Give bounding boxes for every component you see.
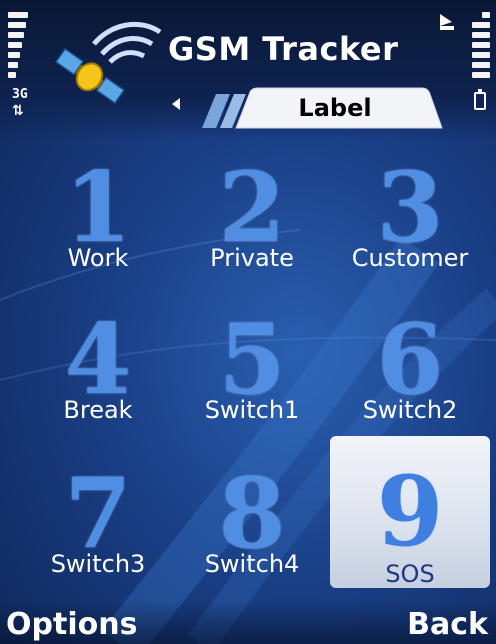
key-9-sos[interactable]: 9 SOS (330, 436, 490, 588)
key-label: Switch2 (362, 396, 458, 424)
key-1-work[interactable]: 1 Work (18, 152, 178, 304)
battery-level-icon (472, 12, 490, 78)
key-digit: 8 (218, 457, 286, 570)
tab-label[interactable]: Label (290, 94, 380, 122)
key-5-switch1[interactable]: 5 Switch1 (172, 304, 332, 456)
key-digit: 4 (64, 303, 132, 416)
key-label: Switch4 (204, 550, 300, 578)
key-label: Private (210, 244, 294, 272)
key-digit: 3 (376, 151, 444, 264)
battery-icon (474, 89, 486, 110)
key-label: Work (67, 244, 129, 272)
key-digit: 1 (64, 151, 132, 264)
key-digit: 2 (218, 151, 286, 264)
options-softkey[interactable]: Options (6, 607, 137, 642)
app-screen: 3G ⇅ GSM Tracker Label 1 Work 2 Private … (0, 0, 496, 644)
satellite-icon (54, 21, 162, 105)
key-2-private[interactable]: 2 Private (172, 152, 332, 304)
key-label: SOS (385, 560, 435, 588)
antenna-icon (440, 14, 454, 30)
key-digit: 7 (64, 457, 132, 570)
key-label: Customer (351, 244, 469, 272)
key-label: Break (63, 396, 133, 424)
key-4-break[interactable]: 4 Break (18, 304, 178, 456)
key-7-switch3[interactable]: 7 Switch3 (18, 458, 178, 610)
data-transfer-icon: ⇅ (12, 103, 24, 119)
key-6-switch2[interactable]: 6 Switch2 (330, 304, 490, 456)
key-label: Switch3 (50, 550, 146, 578)
key-digit: 9 (376, 455, 444, 568)
key-8-switch4[interactable]: 8 Switch4 (172, 458, 332, 610)
back-softkey[interactable]: Back (407, 607, 488, 642)
key-digit: 6 (376, 303, 444, 416)
key-digit: 5 (218, 303, 286, 416)
key-3-customer[interactable]: 3 Customer (330, 152, 490, 304)
key-label: Switch1 (204, 396, 300, 424)
network-type-label: 3G (12, 87, 28, 102)
app-title: GSM Tracker (168, 30, 399, 68)
tab-left-arrow-icon[interactable] (172, 98, 180, 110)
signal-strength-icon (8, 12, 28, 78)
